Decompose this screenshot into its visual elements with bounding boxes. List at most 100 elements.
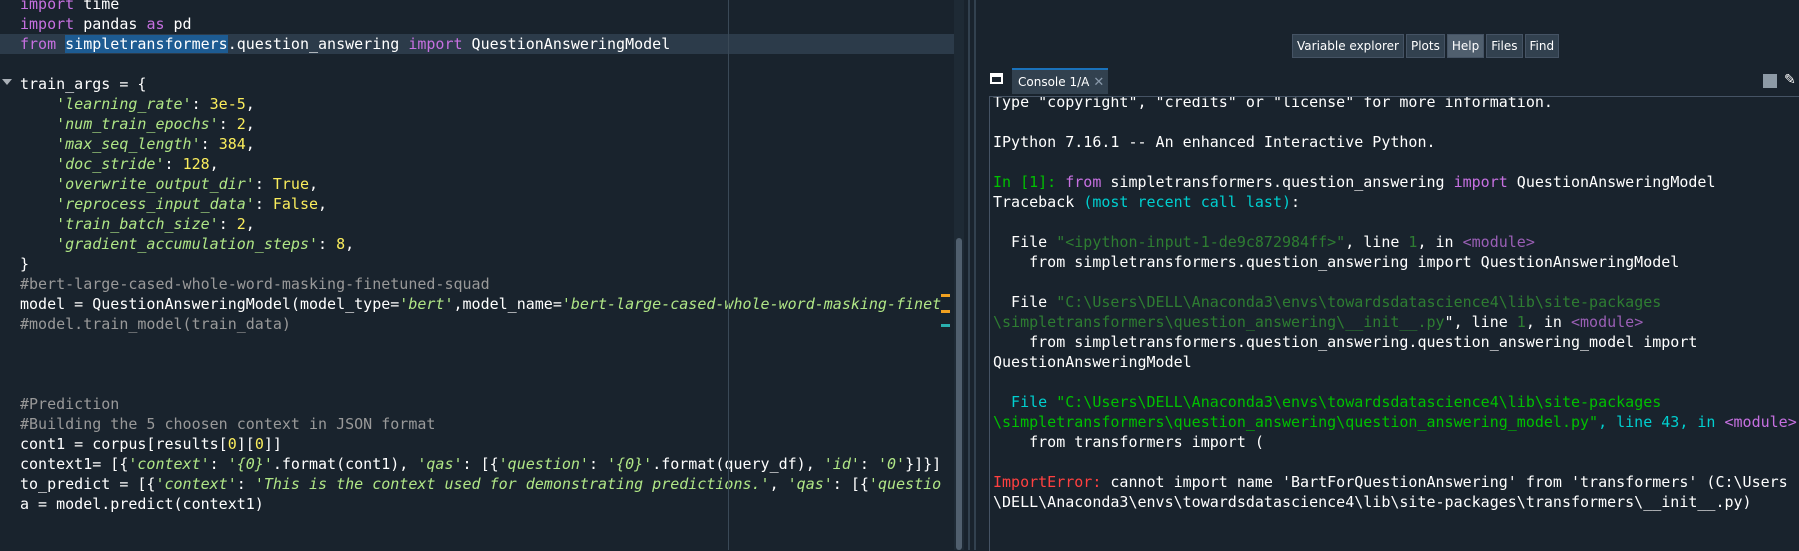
tab-files[interactable]: Files [1486, 34, 1523, 58]
close-icon[interactable]: ✕ [1093, 75, 1104, 90]
code-token: from [20, 35, 57, 53]
console-token: import [1453, 173, 1508, 191]
code-token: , [245, 215, 255, 233]
code-token: context1= [{ [20, 455, 129, 473]
console-line: QuestionAnsweringModel [993, 352, 1798, 372]
code-token: import [20, 15, 75, 33]
code-token: : [218, 115, 237, 133]
pane-tabbar: Variable explorer Plots Help Files Find [1292, 34, 1560, 58]
code-token: 'max_seq_length' [56, 135, 201, 153]
console-token: , line 43, in [1598, 413, 1725, 431]
code-token: #model.train_model(train_data) [20, 315, 291, 333]
tab-plots[interactable]: Plots [1405, 34, 1445, 58]
code-token: 0 [254, 435, 264, 453]
code-token: 'id' [823, 455, 860, 473]
code-token: #Building the 5 choosen context in JSON … [20, 415, 436, 433]
code-token: import [20, 0, 75, 13]
code-token: 'learning_rate' [56, 95, 192, 113]
code-token: ][ [236, 435, 255, 453]
console-token: IPython 7.16.1 -- An enhanced Interactiv… [993, 133, 1436, 151]
console-token: cannot import name 'BartForQuestionAnswe… [1101, 473, 1788, 491]
code-token: : [318, 235, 337, 253]
console-token: \simpletransformers\question_answering\q… [993, 413, 1599, 431]
code-line: cont1 = corpus[results[0][0]] [20, 434, 940, 454]
code-token: 8 [336, 235, 346, 253]
fold-arrow-icon[interactable] [2, 79, 12, 85]
code-token: 0 [227, 435, 237, 453]
console-token: <module> [1462, 233, 1535, 251]
tab-help[interactable]: Help [1446, 34, 1485, 58]
pencil-icon[interactable]: ✎ [1784, 72, 1796, 88]
code-token: : [{ [462, 455, 499, 473]
code-area[interactable]: import time import pandas as pd from simpl… [0, 0, 955, 514]
console-tabbar: Console 1/A ✕ ✎ [984, 64, 1799, 94]
console-line: Type "copyright", "credits" or "license"… [993, 96, 1798, 112]
console-token: 1 [1516, 313, 1526, 331]
editor-scrollbar-thumb[interactable] [956, 238, 962, 550]
console-text: Type "copyright", "credits" or "license"… [993, 96, 1798, 512]
code-token: a = model.predict(context1) [20, 495, 264, 513]
code-token: } [20, 255, 30, 273]
console-token: : [1291, 193, 1301, 211]
code-line: train_args = { [20, 74, 940, 94]
console-token: from [1065, 173, 1102, 191]
code-token: 'overwrite_output_dir' [56, 175, 255, 193]
code-line: context1= [{'context': '{0}'.format(cont… [20, 454, 941, 474]
console-token: Type "copyright", "credits" or "license"… [993, 96, 1553, 111]
right-pane: Variable explorer Plots Help Files Find … [984, 0, 1799, 551]
code-token: import [408, 35, 463, 53]
code-token: cont1 = corpus[results[ [20, 435, 228, 453]
code-token: 'bert-large-cased-whole-word-masking-fin… [561, 295, 942, 313]
splitter-line [974, 0, 976, 550]
code-token: : [218, 215, 237, 233]
code-token: 128 [182, 155, 210, 173]
console-line: from simpletransformers.question_answeri… [993, 252, 1798, 272]
code-line: 'num_train_epochs': 2, [20, 114, 940, 134]
code-token: .question_answering [227, 35, 409, 53]
console-line: \simpletransformers\question_answering\q… [993, 412, 1798, 432]
code-token: 'context' [155, 475, 237, 493]
code-token: '0' [877, 455, 906, 473]
console-output[interactable]: Type "copyright", "credits" or "license"… [989, 96, 1799, 551]
code-token: 'bert' [399, 295, 454, 313]
code-line: #Building the 5 choosen context in JSON … [20, 414, 940, 434]
code-token: 'reprocess_input_data' [56, 195, 255, 213]
console-token: \simpletransformers\question_answering\_… [993, 313, 1445, 331]
stop-icon[interactable] [1763, 74, 1777, 88]
splitter-line [968, 0, 970, 550]
code-editor[interactable]: import time import pandas as pd from simpl… [0, 0, 955, 550]
code-token: : [859, 455, 878, 473]
code-token: #Prediction [20, 395, 120, 413]
tab-console[interactable]: Console 1/A ✕ [1012, 68, 1109, 94]
code-token: model = QuestionAnsweringModel(model_typ… [20, 295, 400, 313]
console-token: 1 [1029, 173, 1039, 191]
warning-marker[interactable] [941, 294, 950, 297]
code-token: '{0}' [607, 455, 653, 473]
pane-splitter[interactable] [964, 0, 984, 550]
console-token: File [993, 233, 1057, 251]
code-line: import pandas as pd [20, 14, 940, 34]
console-line: File "<ipython-input-1-de9c872984ff>", l… [993, 232, 1798, 252]
code-token: 'gradient_accumulation_steps' [56, 235, 319, 253]
code-line: 'max_seq_length': 384, [20, 134, 940, 154]
code-token: .format(query_df), [652, 455, 824, 473]
code-token: True [272, 175, 309, 193]
tab-find[interactable]: Find [1524, 34, 1560, 58]
occurrence-marker[interactable] [941, 324, 950, 327]
console-line: from simpletransformers.question_answeri… [993, 332, 1798, 352]
code-token: , [245, 135, 255, 153]
console-token: ImportError: [993, 473, 1102, 491]
tab-variable-explorer[interactable]: Variable explorer [1292, 34, 1404, 58]
console-window-icon[interactable] [990, 73, 1003, 84]
console-line: Traceback (most recent call last): [993, 192, 1798, 212]
warning-marker[interactable] [941, 310, 950, 313]
code-token: ]] [263, 435, 282, 453]
console-token: QuestionAnsweringModel [993, 353, 1192, 371]
console-token: File [993, 393, 1057, 411]
